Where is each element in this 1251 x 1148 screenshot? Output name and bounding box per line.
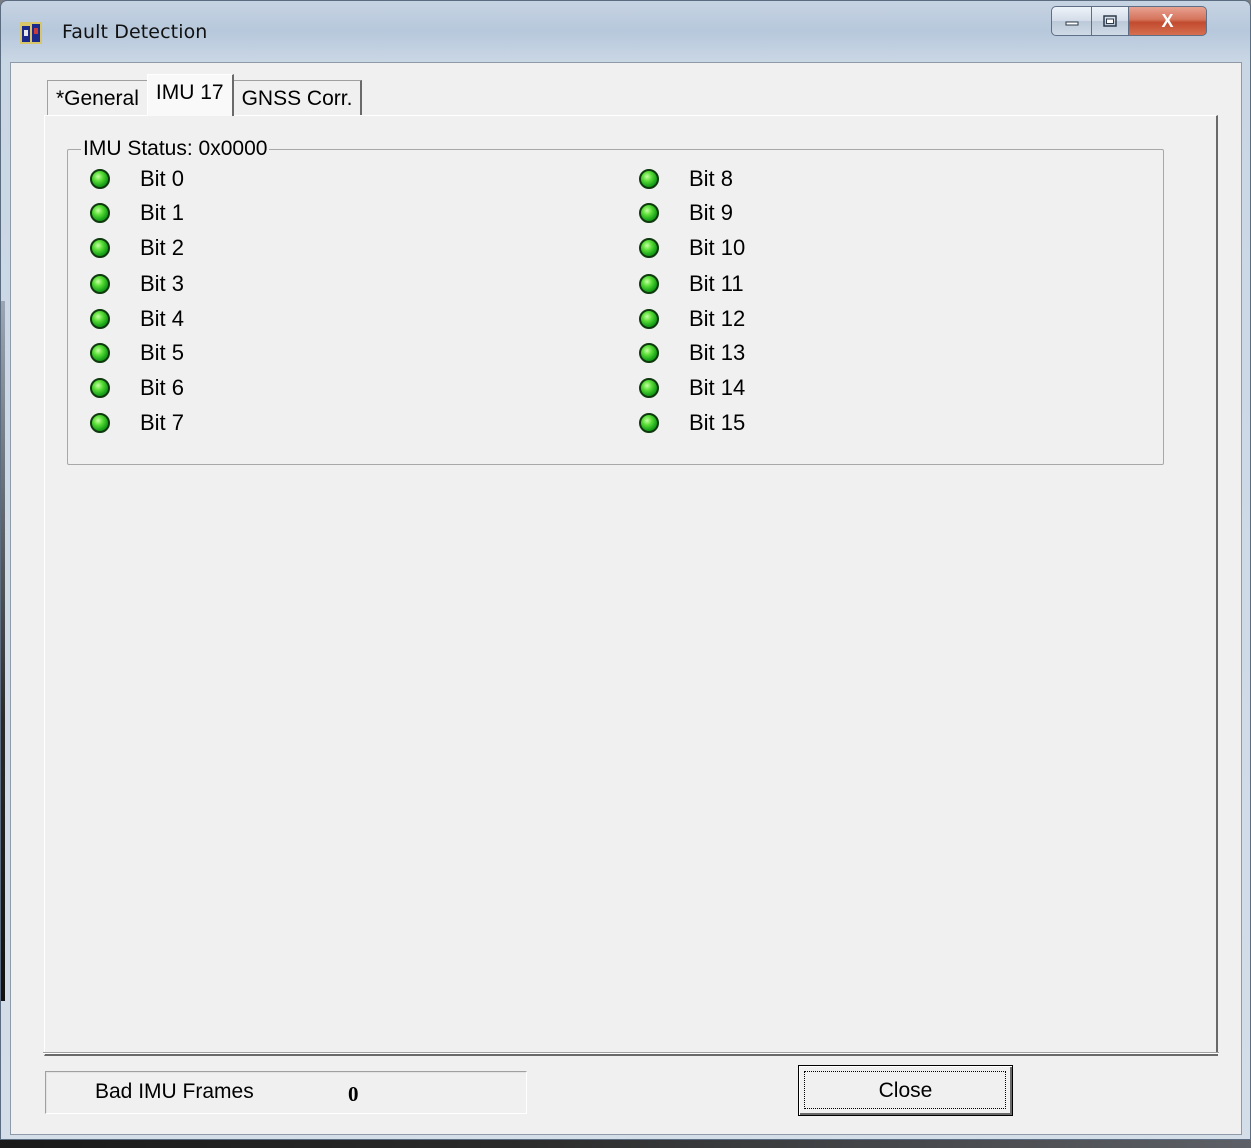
bit-indicator-7: Bit 7 <box>90 408 184 438</box>
imu-status-title: IMU Status: 0x0000 <box>81 137 270 161</box>
maximize-icon <box>1103 15 1117 27</box>
title-bar[interactable]: Fault Detection X <box>1 1 1250 63</box>
caption-buttons: X <box>1051 6 1207 40</box>
bit-label: Bit 8 <box>689 166 734 191</box>
bit-label: Bit 14 <box>689 375 746 400</box>
minimize-button[interactable] <box>1051 6 1092 36</box>
status-led-icon <box>90 309 110 329</box>
bit-indicator-2: Bit 2 <box>90 233 184 263</box>
tab-strip: *General IMU 17 GNSS Corr. <box>47 74 363 116</box>
bit-indicator-11: Bit 11 <box>639 269 744 299</box>
footer-separator <box>43 1052 1219 1054</box>
tab-gnss-corr[interactable]: GNSS Corr. <box>232 80 363 116</box>
status-led-icon <box>639 203 659 223</box>
window-title: Fault Detection <box>62 21 208 43</box>
bit-label: Bit 3 <box>140 271 185 296</box>
bit-label: Bit 5 <box>140 340 185 365</box>
status-led-icon <box>90 343 110 363</box>
dialog-client-area: *General IMU 17 GNSS Corr. IMU Status: 0… <box>10 62 1242 1135</box>
bit-label: Bit 2 <box>140 235 185 260</box>
window-edge-shadow <box>1 301 5 1001</box>
imu-status-group: IMU Status: 0x0000 Bit 0 Bit 1 Bit 2 Bit… <box>67 137 1164 465</box>
bit-indicator-10: Bit 10 <box>639 233 745 263</box>
bit-label: Bit 11 <box>689 271 744 296</box>
status-led-icon <box>90 378 110 398</box>
bit-indicator-6: Bit 6 <box>90 373 184 403</box>
close-button-label: Close <box>878 1078 933 1102</box>
bit-indicator-12: Bit 12 <box>639 304 745 334</box>
bit-indicator-1: Bit 1 <box>90 198 184 228</box>
bit-label: Bit 15 <box>689 410 746 435</box>
bit-label: Bit 6 <box>140 375 185 400</box>
bit-label: Bit 9 <box>689 200 734 225</box>
status-led-icon <box>639 238 659 258</box>
bit-label: Bit 10 <box>689 235 746 260</box>
bit-indicator-4: Bit 4 <box>90 304 184 334</box>
bit-label: Bit 0 <box>140 166 185 191</box>
status-led-icon <box>639 309 659 329</box>
fault-detection-window: Fault Detection X *General IMU 17 GNSS C… <box>0 0 1251 1140</box>
tab-imu-17[interactable]: IMU 17 <box>146 74 234 116</box>
status-led-icon <box>90 274 110 294</box>
bit-indicator-14: Bit 14 <box>639 373 745 403</box>
close-button[interactable]: Close <box>798 1065 1013 1116</box>
bit-indicator-15: Bit 15 <box>639 408 745 438</box>
bit-label: Bit 1 <box>140 200 185 225</box>
app-icon <box>20 22 42 44</box>
minimize-icon <box>1065 21 1078 26</box>
imu-tab-panel: IMU Status: 0x0000 Bit 0 Bit 1 Bit 2 Bit… <box>44 115 1218 1056</box>
bit-indicator-3: Bit 3 <box>90 269 184 299</box>
status-led-icon <box>639 413 659 433</box>
bad-imu-frames-label: Bad IMU Frames <box>95 1080 254 1103</box>
bit-label: Bit 13 <box>689 340 746 365</box>
status-led-icon <box>639 274 659 294</box>
maximize-button[interactable] <box>1092 6 1129 36</box>
bad-imu-frames-value: 0 <box>348 1082 359 1106</box>
status-led-icon <box>639 169 659 189</box>
bit-label: Bit 4 <box>140 306 185 331</box>
bit-indicator-5: Bit 5 <box>90 338 184 368</box>
close-window-button[interactable]: X <box>1129 6 1207 36</box>
bit-indicator-9: Bit 9 <box>639 198 733 228</box>
bit-indicator-13: Bit 13 <box>639 338 745 368</box>
bit-label: Bit 7 <box>140 410 185 435</box>
tab-general[interactable]: *General <box>47 80 148 116</box>
bad-imu-frames-panel: Bad IMU Frames 0 <box>45 1071 527 1114</box>
bit-indicator-0: Bit 0 <box>90 164 184 194</box>
status-led-icon <box>90 238 110 258</box>
status-led-icon <box>90 413 110 433</box>
bit-indicator-8: Bit 8 <box>639 164 733 194</box>
status-led-icon <box>639 343 659 363</box>
status-led-icon <box>90 203 110 223</box>
bit-label: Bit 12 <box>689 306 746 331</box>
close-icon: X <box>1161 10 1174 31</box>
status-led-icon <box>90 169 110 189</box>
status-led-icon <box>639 378 659 398</box>
